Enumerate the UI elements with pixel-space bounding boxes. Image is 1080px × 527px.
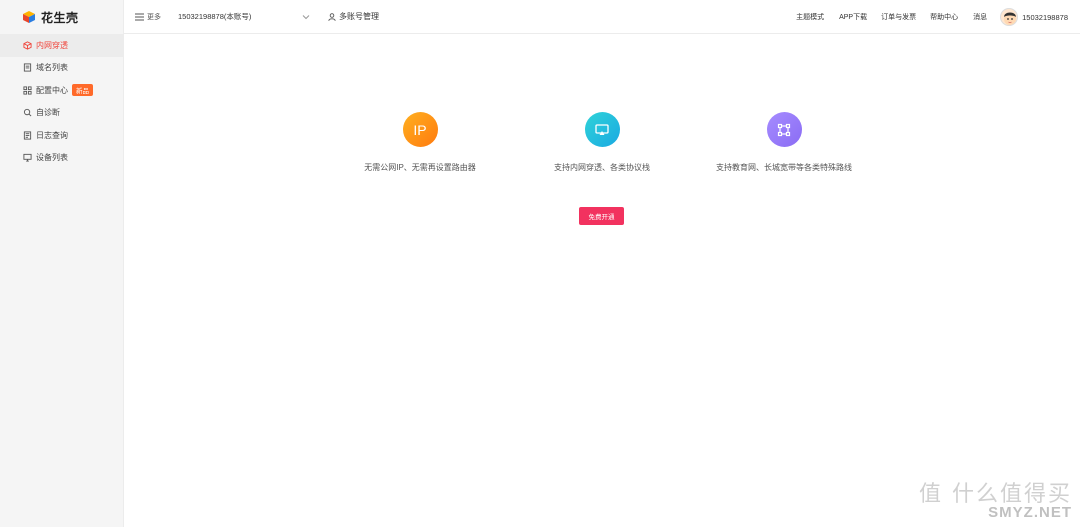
app-name: 花生壳 [41,10,79,25]
account-value: 15032198878(本账号) [178,12,252,21]
feature-caption: 无需公网IP、无需再设置路由器 [364,163,476,172]
grid-icon [22,85,32,95]
user-phone: 15032198878 [1022,12,1068,22]
feature-special-routes: 支持教育网、长城宽带等各类特殊路线 [684,112,884,173]
sidebar-item-config[interactable]: 配置中心 新品 [0,79,123,102]
more-menu-button[interactable]: 更多 [135,12,161,22]
sidebar-item-devices[interactable]: 设备列表 [0,147,123,170]
feature-caption: 支持教育网、长城宽带等各类特殊路线 [716,163,852,172]
network-nodes-icon [766,112,802,147]
peanut-logo-icon [22,10,36,24]
sidebar-item-intranet[interactable]: 内网穿透 [0,34,123,57]
sidebar-item-label: 内网穿透 [36,40,68,50]
sidebar-item-label: 配置中心 [36,85,68,95]
feature-no-public-ip: IP 无需公网IP、无需再设置路由器 [320,112,520,173]
multi-account-button[interactable]: 多账号管理 [328,11,379,22]
messages-link[interactable]: 消息 [973,12,987,22]
watermark: 值 什么值得买 SMYZ.NET [919,476,1072,521]
free-activate-button[interactable]: 免费开通 [579,207,624,225]
cube-icon [22,40,32,50]
avatar [1000,8,1019,26]
sidebar-item-domains[interactable]: 域名列表 [0,57,123,80]
sidebar-item-label: 设备列表 [36,153,68,163]
list-icon [22,63,32,73]
sidebar-item-diagnose[interactable]: 自诊断 [0,102,123,125]
theme-mode-link[interactable]: 主题模式 [796,12,824,22]
more-menu-label: 更多 [147,13,161,21]
log-icon [22,130,32,140]
feature-protocols: 支持内网穿透、各类协议栈 [502,112,702,173]
app-download-link[interactable]: APP下载 [839,12,867,22]
screen-cast-icon [584,112,620,147]
help-center-link[interactable]: 帮助中心 [930,12,958,22]
new-badge: 新品 [72,84,93,97]
ip-icon: IP [402,112,438,147]
logo[interactable]: 花生壳 [0,0,123,34]
multi-account-label: 多账号管理 [339,12,379,21]
header-right-nav: 主题模式 APP下载 订单与发票 帮助中心 消息 15032198878 [796,0,1080,34]
sidebar-item-label: 日志查询 [36,130,68,140]
hamburger-icon [135,13,144,20]
monitor-icon [22,153,32,163]
account-select[interactable]: 15032198878(本账号) [178,11,310,22]
user-menu[interactable]: 15032198878 [1000,8,1068,26]
sidebar-item-logs[interactable]: 日志查询 [0,124,123,147]
sidebar-item-label: 域名列表 [36,63,68,73]
sidebar-item-label: 自诊断 [36,108,60,118]
chevron-down-icon [302,14,310,19]
diagnose-icon [22,108,32,118]
main-content: IP 无需公网IP、无需再设置路由器 支持内网穿透、各类协议栈 支持教育网、长城… [124,35,1080,527]
orders-invoices-link[interactable]: 订单与发票 [881,12,916,22]
user-icon [328,12,336,21]
feature-caption: 支持内网穿透、各类协议栈 [554,163,650,172]
sidebar: 花生壳 内网穿透 域名列表 配置中心 新品 自诊断 日志查询 设备列表 [0,0,124,527]
top-header: 更多 15032198878(本账号) 多账号管理 主题模式 APP下载 订单与… [124,0,1080,34]
